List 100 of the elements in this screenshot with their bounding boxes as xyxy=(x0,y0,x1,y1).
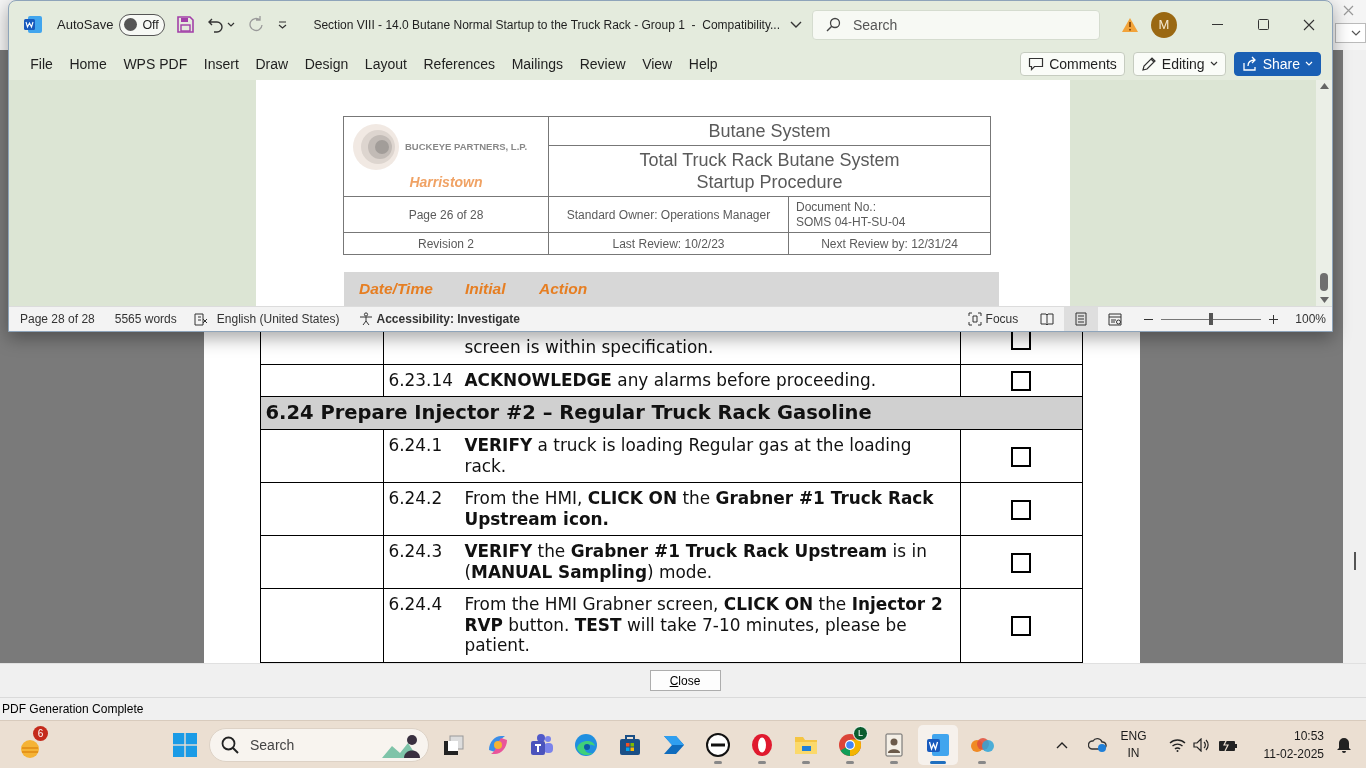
concentric-circles-logo-icon xyxy=(352,123,399,170)
document-number-label: Document No.: xyxy=(796,199,877,214)
sun-widget-icon xyxy=(18,738,42,759)
vertical-scrollbar[interactable] xyxy=(1343,50,1366,663)
scrollbar-thumb[interactable] xyxy=(1320,273,1328,291)
vertical-scrollbar[interactable] xyxy=(1316,80,1332,306)
page-count[interactable]: Page 28 of 28 xyxy=(20,312,95,326)
focus-button[interactable]: Focus xyxy=(967,312,1019,326)
ribbon-tab[interactable]: WPS PDF xyxy=(115,50,196,78)
checkbox[interactable] xyxy=(1011,446,1031,467)
wifi-icon[interactable] xyxy=(1168,737,1186,752)
checkbox[interactable] xyxy=(1011,615,1031,636)
site-name: Harristown xyxy=(409,173,483,190)
word-count[interactable]: 5565 words xyxy=(114,312,177,326)
ribbon-tab[interactable]: Draw xyxy=(247,50,297,78)
page-icon xyxy=(1075,312,1088,326)
focus-icon xyxy=(967,312,982,326)
checkbox[interactable] xyxy=(1011,499,1031,520)
warning-icon[interactable] xyxy=(1121,16,1139,33)
caret-icon xyxy=(1209,61,1218,67)
checkbox[interactable] xyxy=(1011,552,1031,573)
section-heading: 6.24 Prepare Injector #2 – Regular Truck Rack Gasoline xyxy=(265,401,872,424)
ribbon-tab[interactable]: File xyxy=(22,50,62,78)
chevron-down-icon[interactable] xyxy=(790,20,802,29)
windows-logo-icon xyxy=(173,732,197,757)
ribbon-tab[interactable]: Design xyxy=(296,50,357,78)
ribbon-tab[interactable]: Review xyxy=(571,50,634,78)
document-app-icon xyxy=(925,731,951,758)
scroll-up-icon[interactable] xyxy=(1319,83,1329,89)
search-field[interactable]: Search xyxy=(812,9,1100,40)
widgets-button[interactable]: 6 xyxy=(18,724,50,765)
ribbon-tab[interactable]: Home xyxy=(61,50,116,78)
input-language[interactable]: ENG IN xyxy=(1120,727,1147,762)
ribbon-tab[interactable]: Help xyxy=(680,50,726,78)
revision: Revision 2 xyxy=(418,236,474,251)
column-header: Initial xyxy=(465,280,507,299)
cloud-sync-icon[interactable] xyxy=(1088,736,1109,753)
comments-button[interactable]: Comments xyxy=(1020,52,1125,76)
date: 11-02-2025 xyxy=(1263,745,1324,763)
save-icon[interactable] xyxy=(177,16,195,33)
dropdown-field[interactable] xyxy=(1335,23,1366,43)
chevron-down-icon xyxy=(1351,30,1361,36)
step-number: 6.23.14 xyxy=(388,369,454,390)
search-field[interactable]: Search xyxy=(209,727,429,762)
minimize-icon xyxy=(1211,24,1223,25)
undo-icon[interactable] xyxy=(207,16,225,33)
standard-owner: Standard Owner: Operations Manager xyxy=(566,207,771,222)
ribbon-tab[interactable]: Mailings xyxy=(503,50,572,78)
step-text: From the HMI Grabner screen, CLICK ON the Injector 2 RVP button. TEST will take 7-10 minutes, please be patient. xyxy=(464,594,944,656)
customize-toolbar-icon[interactable] xyxy=(278,20,288,29)
last-review: Last Review: 10/2/23 xyxy=(612,236,725,251)
procedure-title: Total Truck Rack Butane System Startup Procedure xyxy=(638,149,901,194)
account-badge: L xyxy=(853,725,868,741)
zoom-in-icon[interactable] xyxy=(1269,314,1279,324)
web-page-icon xyxy=(1108,312,1123,326)
chevron-up-icon[interactable] xyxy=(1056,740,1069,749)
close-icon xyxy=(1303,18,1315,31)
wave-globe-icon xyxy=(573,731,599,758)
avatar[interactable]: M xyxy=(1151,11,1177,38)
ribbon-tab[interactable]: References xyxy=(415,50,504,78)
document-number: SOMS 04-HT-SU-04 xyxy=(796,214,906,229)
ribbon-tab[interactable]: Layout xyxy=(356,50,416,78)
zoom-level[interactable]: 100% xyxy=(1295,312,1326,326)
language[interactable]: English (United States) xyxy=(216,312,340,326)
proofing-icon[interactable] xyxy=(193,312,208,326)
editing-button[interactable]: Editing xyxy=(1132,52,1226,76)
column-header: Action xyxy=(539,280,588,299)
time: 10:53 xyxy=(1293,727,1324,745)
accessibility-icon[interactable] xyxy=(358,312,373,326)
checkbox[interactable] xyxy=(1011,370,1031,391)
language-code: ENG xyxy=(1120,727,1147,745)
zoom-slider-thumb[interactable] xyxy=(1209,312,1214,325)
accessibility-status[interactable]: Accessibility: Investigate xyxy=(376,312,520,326)
ribbon-tab[interactable]: View xyxy=(633,50,681,78)
window-title: Section VIII - 14.0 Butane Normal Startup to the Truck Rack - Group 1 - Compatibility... xyxy=(313,17,780,32)
view-button[interactable] xyxy=(1064,307,1099,331)
clock[interactable]: 10:53 11-02-2025 xyxy=(1263,726,1324,763)
step-number: 6.24.3 xyxy=(388,541,444,563)
ribbon-tab[interactable]: Insert xyxy=(195,50,248,78)
column-header: Date/Time xyxy=(359,280,434,299)
step-text: screen is within specification. xyxy=(464,337,715,358)
close-button[interactable]: Close xyxy=(649,670,721,691)
scroll-down-icon[interactable] xyxy=(1319,297,1329,303)
maximize-icon xyxy=(1257,19,1269,30)
speaker-icon[interactable] xyxy=(1192,737,1211,752)
scrollbar-thumb[interactable] xyxy=(1353,552,1356,570)
book-icon xyxy=(1040,313,1055,325)
autosave-toggle[interactable]: Off xyxy=(119,13,166,36)
round-logo-icon xyxy=(705,731,731,758)
share-button[interactable]: Share xyxy=(1233,52,1321,76)
bell-icon[interactable] xyxy=(1336,736,1352,753)
search-input[interactable]: Search xyxy=(851,15,1075,34)
step-text: From the HMI, CLICK ON the Grabner #1 Truck Rack Upstream icon. xyxy=(464,488,935,529)
document-app-icon xyxy=(24,16,42,33)
search-input[interactable]: Search xyxy=(248,735,362,754)
close-icon[interactable] xyxy=(1343,5,1354,16)
search-icon xyxy=(221,735,239,754)
taskbar-button[interactable]: L xyxy=(830,724,870,765)
notification-badge: 6 xyxy=(33,725,48,741)
step-number: 6.24.4 xyxy=(388,594,444,616)
